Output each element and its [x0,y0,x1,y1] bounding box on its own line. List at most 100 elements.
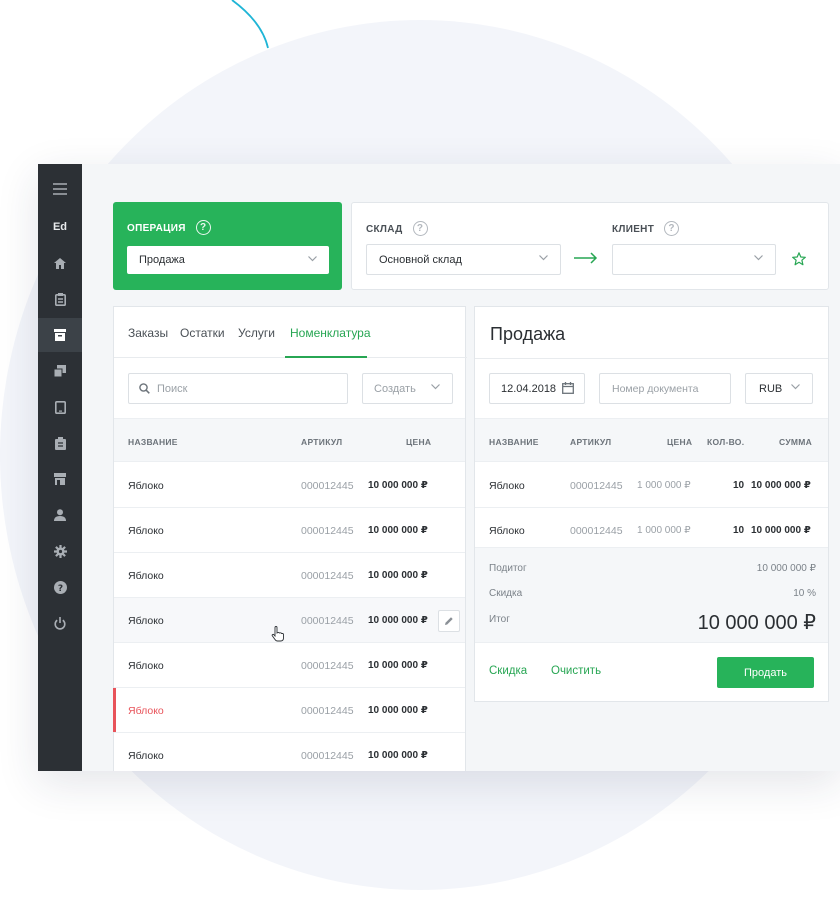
subtotal-label: Подитог [489,563,527,574]
divider [475,358,828,359]
help-icon[interactable]: ? [195,220,211,235]
chevron-down-icon [754,255,763,261]
row-sum: 10 000 000 ₽ [751,525,811,536]
power-icon[interactable] [38,606,82,640]
copy-icon[interactable] [38,354,82,388]
table-row-selected[interactable]: Яблоко 000012445 10 000 000 ₽ [113,688,465,733]
help-icon[interactable]: ? [412,221,428,236]
tabs-bar: Заказы Остатки Услуги Номенклатура [114,307,467,358]
table-row[interactable]: Яблоко 000012445 10 000 000 ₽ [114,463,465,508]
active-tab-indicator [285,356,367,358]
warehouse-title-label: СКЛАД [366,224,403,236]
column-header-price: ЦЕНА [406,437,432,447]
tab-nomenclature[interactable]: Номенклатура [290,326,371,340]
help-icon[interactable]: ? [664,221,680,236]
sidebar: Ed ? [38,164,82,771]
create-label: Создать [374,382,416,395]
archive-icon[interactable] [38,318,82,352]
warehouse-select[interactable]: Основной склад [366,244,561,275]
totals-section: Подитог 10 000 000 ₽ Скидка 10 % Итог 10… [475,547,828,643]
column-header-qty: КОЛ-ВО. [707,437,745,447]
row-sku: 000012445 [301,570,354,582]
total-value: 10 000 000 ₽ [697,612,816,634]
operation-title-label: ОПЕРАЦИЯ [127,223,186,235]
pencil-icon [445,617,453,625]
row-name: Яблоко [128,570,164,582]
row-name: Яблоко [128,615,164,627]
table-row[interactable]: Яблоко 000012445 10 000 000 ₽ [114,553,465,598]
table-row[interactable]: Яблоко 000012445 10 000 000 ₽ [114,508,465,553]
row-name: Яблоко [489,525,525,537]
subtotal-value: 10 000 000 ₽ [756,563,816,574]
hand-cursor-icon [271,626,284,642]
row-sku: 000012445 [301,525,354,537]
row-qty: 10 [733,525,745,536]
tab-stock[interactable]: Остатки [180,326,225,340]
discount-value: 10 % [793,588,816,599]
row-price: 1 000 000 ₽ [637,525,691,536]
row-qty: 10 [733,480,745,491]
search-placeholder: Поиск [157,382,188,395]
row-name: Яблоко [489,480,525,492]
column-header-sum: СУММА [779,437,813,447]
gear-icon[interactable] [38,534,82,568]
column-header-sku: АРТИКУЛ [301,437,343,447]
client-title-label: КЛИЕНТ [612,224,655,236]
svg-text:?: ? [57,584,62,594]
operation-select[interactable]: Продажа [127,246,329,274]
table-row-hovered[interactable]: Яблоко 000012445 10 000 000 ₽ [114,598,465,643]
row-sku: 000012445 [301,660,354,672]
clear-link[interactable]: Очистить [551,665,601,677]
tablet-icon[interactable] [38,390,82,424]
create-dropdown[interactable]: Создать [362,373,453,404]
row-sku: 000012445 [301,705,354,717]
user-icon[interactable] [38,498,82,532]
user-initials[interactable]: Ed [38,210,82,244]
table-row[interactable]: Яблоко 000012445 10 000 000 ₽ [114,643,465,688]
arrow-right-icon [574,252,598,264]
table-row[interactable]: Яблоко 000012445 10 000 000 ₽ [114,733,465,771]
operation-title: ОПЕРАЦИЯ? [127,220,211,236]
row-name: Яблоко [128,660,164,672]
row-sku: 000012445 [301,615,354,627]
menu-icon[interactable] [38,172,82,206]
edit-button[interactable] [438,610,460,632]
calendar-icon [562,382,574,394]
row-price: 1 000 000 ₽ [637,480,691,491]
chevron-down-icon [431,384,440,390]
sell-button[interactable]: Продать [717,657,814,688]
discount-link[interactable]: Скидка [489,665,527,677]
column-header-price: ЦЕНА [667,437,693,447]
date-input[interactable]: 12.04.2018 [489,373,585,404]
row-sum: 10 000 000 ₽ [751,480,811,491]
currency-select[interactable]: RUB [745,373,813,404]
row-sku: 000012445 [301,480,354,492]
home-icon[interactable] [38,246,82,280]
row-sku: 000012445 [301,750,354,762]
date-value: 12.04.2018 [501,382,557,395]
column-header-name: НАЗВАНИЕ [128,437,178,447]
store-icon[interactable] [38,462,82,496]
tab-orders[interactable]: Заказы [128,326,168,340]
help-icon[interactable]: ? [38,570,82,604]
search-input[interactable]: Поиск [128,373,348,404]
tab-services[interactable]: Услуги [238,326,275,340]
operation-card: ОПЕРАЦИЯ? Продажа [113,202,342,290]
chevron-down-icon [308,256,317,262]
user-initials-label: Ed [52,221,68,233]
star-icon[interactable] [792,252,806,266]
row-sku: 000012445 [570,525,623,537]
discount-label: Скидка [489,588,523,599]
table-header: НАЗВАНИЕ АРТИКУЛ ЦЕНА [114,418,465,462]
clipboard-icon[interactable] [38,282,82,316]
document-number-input[interactable]: Номер документа [599,373,731,404]
sale-row[interactable]: Яблоко 000012445 1 000 000 ₽ 10 10 000 0… [475,463,828,508]
warehouse-select-value: Основной склад [379,253,462,266]
sale-panel: Продажа 12.04.2018 Номер документа RUB Н… [474,306,829,702]
row-price: 10 000 000 ₽ [368,660,428,671]
clipboard-list-icon[interactable] [38,426,82,460]
column-header-name: НАЗВАНИЕ [489,437,539,447]
client-select[interactable] [612,244,776,275]
row-name: Яблоко [128,705,164,717]
row-price: 10 000 000 ₽ [368,570,428,581]
